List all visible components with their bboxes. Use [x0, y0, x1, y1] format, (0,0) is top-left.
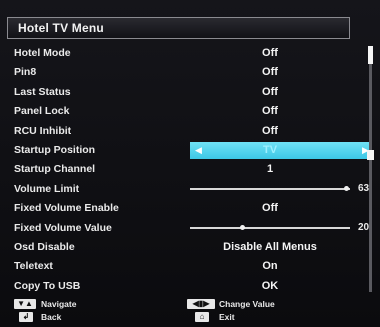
row-label: Startup Channel	[14, 163, 96, 176]
row-value: Off	[262, 202, 278, 215]
row-label: Fixed Volume Value	[14, 221, 112, 234]
row-pin8[interactable]: Pin8 Off	[7, 63, 357, 82]
menu-list: Hotel Mode Off Pin8 Off Last Status Off …	[7, 44, 372, 296]
row-last-status[interactable]: Last Status Off	[7, 83, 357, 102]
row-panel-lock[interactable]: Panel Lock Off	[7, 102, 357, 121]
row-label: Volume Limit	[14, 182, 80, 195]
row-label: Panel Lock	[14, 105, 70, 118]
row-label: Copy To USB	[14, 279, 81, 292]
row-value: Disable All Menus	[223, 241, 317, 253]
back-key-icon: ↲	[19, 312, 33, 322]
row-startup-channel[interactable]: Startup Channel 1	[7, 160, 357, 179]
slider-value: 20	[358, 221, 370, 233]
row-label: Teletext	[14, 260, 53, 273]
slider-value: 63	[358, 182, 370, 194]
row-copy-to-usb[interactable]: Copy To USB OK	[7, 277, 357, 296]
row-volume-limit[interactable]: Volume Limit 63	[7, 180, 369, 199]
slider-knob[interactable]	[344, 185, 350, 191]
navigate-hint: Navigate	[41, 299, 77, 309]
scrollbar[interactable]	[367, 46, 374, 292]
row-value: Off	[262, 85, 278, 98]
row-value: Off	[262, 124, 278, 137]
row-value: 1	[266, 163, 274, 176]
back-hint: Back	[41, 312, 62, 322]
row-label: Osd Disable	[14, 241, 75, 253]
volume-limit-slider[interactable]	[190, 185, 350, 191]
row-label: Hotel Mode	[14, 47, 71, 59]
menu-title-bar: Hotel TV Menu	[7, 17, 350, 39]
row-rcu-inhibit[interactable]: RCU Inhibit Off	[7, 122, 357, 141]
row-value: TV	[262, 144, 278, 156]
row-label: Pin8	[14, 66, 37, 79]
row-label: Fixed Volume Enable	[14, 202, 119, 215]
row-label: Last Status	[14, 85, 71, 98]
row-label: Startup Position	[14, 144, 96, 156]
exit-key-icon: ⌂	[195, 312, 209, 322]
row-osd-disable[interactable]: Osd Disable Disable All Menus	[7, 238, 357, 257]
row-teletext[interactable]: Teletext On	[7, 257, 357, 276]
row-value: Off	[262, 66, 278, 79]
scrollbar-marker	[367, 150, 374, 160]
row-value: Off	[262, 47, 278, 59]
menu-title: Hotel TV Menu	[18, 21, 104, 35]
scrollbar-thumb[interactable]	[368, 46, 373, 64]
slider-knob[interactable]	[240, 224, 246, 230]
row-fixed-volume-value[interactable]: Fixed Volume Value 20	[7, 219, 369, 238]
row-label: RCU Inhibit	[14, 124, 72, 137]
hotel-tv-menu-screen: Hotel TV Menu Hotel Mode Off Pin8 Off La…	[0, 0, 380, 327]
row-hotel-mode[interactable]: Hotel Mode Off	[7, 44, 357, 63]
change-value-hint: Change Value	[219, 299, 275, 309]
row-fixed-volume-enable[interactable]: Fixed Volume Enable Off	[7, 199, 357, 218]
row-value: On	[262, 260, 278, 273]
fixed-volume-slider[interactable]	[190, 224, 350, 230]
up-down-keys-icon: ▼▲	[14, 299, 36, 309]
left-ok-right-keys-icon: ◀▮▶	[187, 299, 215, 309]
row-value: Off	[262, 105, 278, 118]
row-startup-position[interactable]: Startup Position ◀ TV ▶	[7, 141, 372, 160]
exit-hint: Exit	[219, 312, 235, 322]
row-value: OK	[261, 279, 279, 292]
footer-help-bar: ▼▲ Navigate ↲ Back ◀▮▶ Change Value ⌂ Ex…	[7, 297, 357, 325]
